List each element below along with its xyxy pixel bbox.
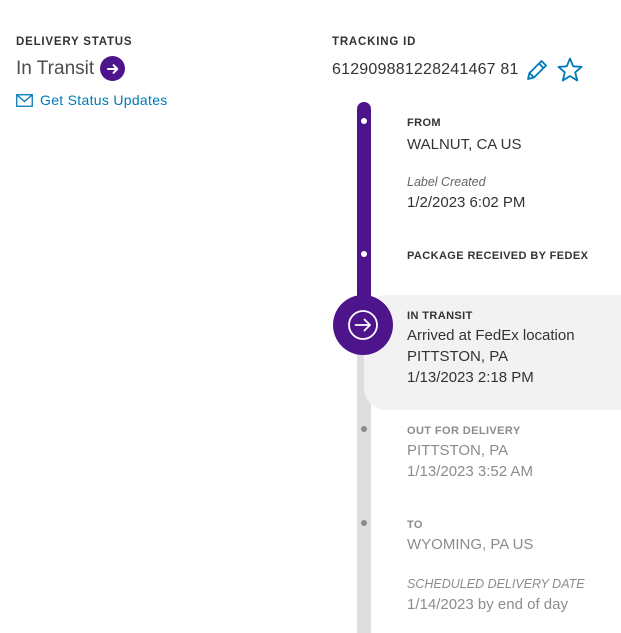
event-label-created-datetime: 1/2/2023 6:02 PM: [407, 194, 526, 211]
event-from: FROM WALNUT, CA US: [407, 117, 521, 155]
arrow-right-circle-icon: [100, 56, 126, 81]
event-scheduled-title: SCHEDULED DELIVERY DATE: [407, 577, 585, 591]
get-status-updates-label: Get Status Updates: [40, 92, 168, 108]
event-in-transit-datetime: 1/13/2023 2:18 PM: [407, 369, 534, 386]
event-label-created: Label Created 1/2/2023 6:02 PM: [407, 175, 525, 213]
delivery-status-row: In Transit: [16, 56, 126, 81]
event-received-title: PACKAGE RECEIVED BY FEDEX: [407, 250, 589, 262]
event-scheduled-datetime: 1/14/2023 by end of day: [407, 596, 568, 613]
event-to-location: WYOMING, PA US: [407, 536, 534, 553]
event-scheduled-delivery: SCHEDULED DELIVERY DATE 1/14/2023 by end…: [407, 577, 585, 615]
timeline-dot-to: [361, 520, 367, 526]
timeline-dot-out-for-delivery: [361, 426, 367, 432]
event-received: PACKAGE RECEIVED BY FEDEX: [407, 250, 588, 262]
event-in-transit-location: PITTSTON, PA: [407, 348, 509, 365]
event-label-created-title: Label Created: [407, 175, 486, 189]
timeline-dot-from: [361, 118, 367, 124]
event-to: TO WYOMING, PA US: [407, 519, 533, 555]
star-icon[interactable]: [556, 56, 584, 84]
envelope-icon: [16, 93, 33, 107]
event-out-for-delivery-location: PITTSTON, PA: [407, 442, 509, 459]
timeline-progress: [357, 102, 371, 327]
delivery-status-heading: DELIVERY STATUS: [16, 36, 133, 48]
timeline-dot-received: [361, 251, 367, 257]
get-status-updates-link[interactable]: Get Status Updates: [16, 92, 168, 108]
tracking-page: DELIVERY STATUS In Transit Get Status Up…: [0, 0, 621, 633]
pencil-icon[interactable]: [524, 57, 550, 83]
event-to-title: TO: [407, 519, 423, 531]
event-from-location: WALNUT, CA US: [407, 136, 522, 153]
event-from-title: FROM: [407, 117, 441, 129]
event-in-transit: IN TRANSIT Arrived at FedEx location PIT…: [407, 310, 575, 388]
delivery-status-value: In Transit: [16, 57, 95, 79]
event-in-transit-detail: Arrived at FedEx location: [407, 327, 575, 344]
event-in-transit-title: IN TRANSIT: [407, 310, 473, 322]
tracking-id-value: 612909881228241467 81: [332, 61, 519, 78]
event-out-for-delivery-title: OUT FOR DELIVERY: [407, 425, 521, 437]
event-out-for-delivery: OUT FOR DELIVERY PITTSTON, PA 1/13/2023 …: [407, 425, 533, 482]
event-out-for-delivery-datetime: 1/13/2023 3:52 AM: [407, 463, 533, 480]
tracking-id-row: 612909881228241467 81: [332, 56, 584, 84]
tracking-id-heading: TRACKING ID: [332, 36, 417, 48]
arrow-right-circle-icon: [333, 295, 393, 355]
